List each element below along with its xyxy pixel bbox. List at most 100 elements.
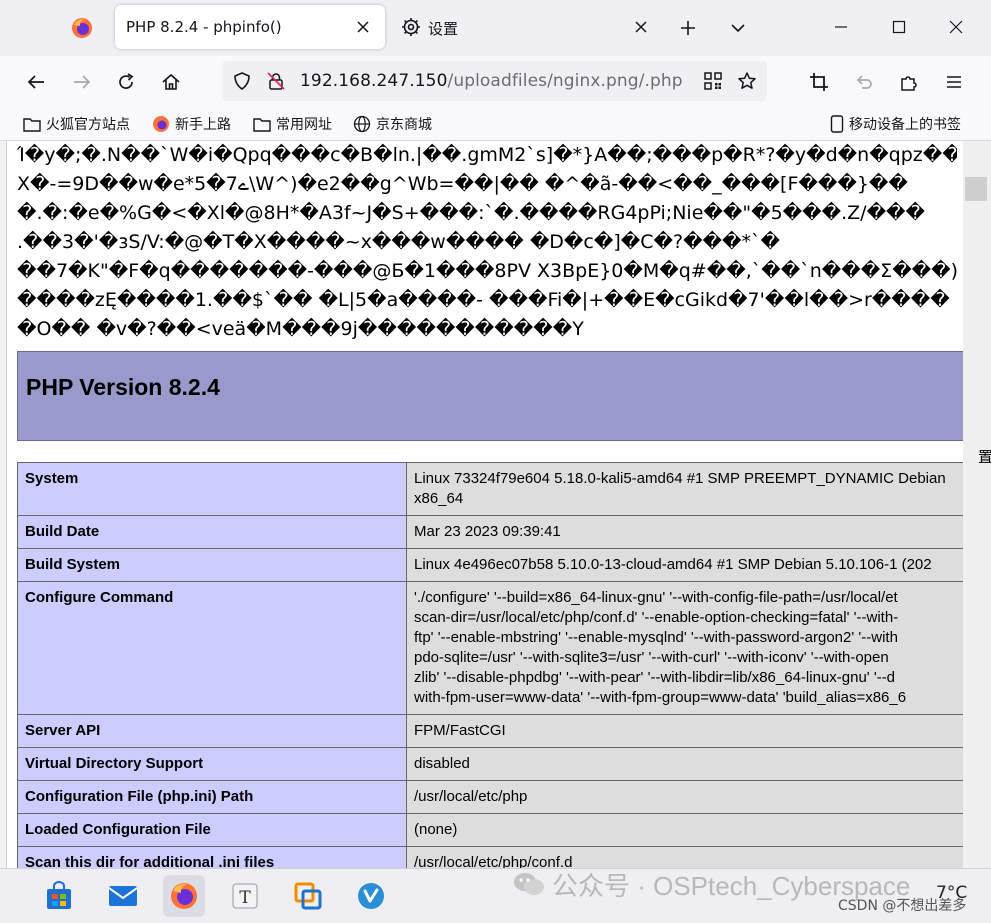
close-icon — [357, 21, 369, 33]
garbage-line: X�-=9D��w�e*5�7ے\W^)�e2��g^Wb=��|�� �^�ã… — [17, 173, 908, 195]
bookmark-common-sites[interactable]: 常用网址 — [253, 113, 332, 135]
hamburger-menu-icon — [947, 76, 961, 88]
wechat-icon — [514, 873, 544, 895]
tab-title: 设置 — [428, 20, 459, 38]
info-value: FPM/FastCGI — [406, 714, 963, 748]
minimize-button[interactable] — [826, 12, 856, 42]
extensions-button[interactable] — [895, 68, 923, 96]
taskbar-mail[interactable] — [102, 875, 144, 917]
info-value-line: Linux 73324f79e604 5.18.0-kali5-amd64 #1… — [414, 470, 946, 487]
bookmark-firefox-official[interactable]: 火狐官方站点 — [23, 113, 130, 135]
firefox-view-tab[interactable] — [52, 0, 112, 56]
mobile-icon — [830, 115, 844, 133]
url-bar[interactable]: 192.168.247.150/uploadfiles/nginx.png/.p… — [222, 61, 767, 101]
taskbar-typora[interactable]: T — [224, 875, 266, 917]
maximize-button[interactable] — [884, 12, 914, 42]
vertical-scrollbar[interactable] — [963, 141, 991, 868]
info-value-line: x86_64 — [414, 490, 464, 507]
bookmark-label: 移动设备上的书签 — [849, 117, 961, 133]
info-key: Server API — [17, 714, 407, 748]
tab-strip: PHP 8.2.4 - phpinfo() 设置 — [0, 0, 991, 56]
arrow-left-icon — [27, 75, 44, 89]
qr-code-icon[interactable] — [702, 70, 724, 92]
info-key: Scan this dir for additional .ini files — [17, 846, 407, 868]
close-tab-button[interactable] — [351, 15, 375, 39]
home-icon — [162, 73, 180, 90]
info-value-line: /usr/local/etc/php — [414, 788, 528, 805]
reload-button[interactable] — [112, 68, 140, 96]
back-button[interactable] — [22, 68, 50, 96]
close-window-button[interactable] — [941, 12, 971, 42]
folder-icon — [23, 118, 41, 132]
forward-button[interactable] — [68, 68, 96, 96]
info-value: Linux 4e496ec07b58 5.10.0-13-cloud-amd64… — [406, 548, 963, 582]
binary-garbage-text: Ί�y�;�.N��`W�i�Qpq���c�B�ln.|��.gmM2`s]�… — [17, 141, 957, 344]
url-text[interactable]: 192.168.247.150/uploadfiles/nginx.png/.p… — [300, 71, 683, 91]
info-key: Loaded Configuration File — [17, 813, 407, 847]
info-value-line: scan-dir=/usr/local/etc/php/conf.d' '--e… — [414, 609, 899, 626]
scrollbar-thumb[interactable] — [965, 177, 987, 201]
bookmark-mobile[interactable]: 移动设备上的书签 — [830, 113, 961, 135]
chevron-down-icon — [731, 24, 745, 33]
info-value-line: pdo-sqlite=/usr' '--with-sqlite3=/usr' '… — [414, 649, 889, 666]
insecure-lock-icon[interactable] — [265, 70, 287, 92]
crop-icon — [810, 73, 828, 91]
taskbar-vscode[interactable] — [350, 875, 392, 917]
close-tab-button[interactable] — [629, 15, 653, 39]
garbage-line: ��7�K"�F�q�������-���@Ƃ�1���8PV X3BpE}0�… — [17, 260, 957, 282]
close-icon — [635, 21, 647, 33]
firefox-icon — [171, 883, 197, 909]
tab-phpinfo[interactable]: PHP 8.2.4 - phpinfo() — [115, 5, 385, 49]
folder-icon — [253, 118, 271, 132]
info-row: Configuration File (php.ini) Path/usr/lo… — [17, 780, 963, 814]
puzzle-icon — [901, 76, 917, 91]
bookmark-jd[interactable]: 京东商城 — [353, 113, 432, 135]
bookmarks-toolbar: 火狐官方站点 新手上路 常用网址 京东商城 移动设备上的书签 — [0, 108, 991, 141]
typora-icon: T — [232, 883, 258, 909]
vscode-icon — [358, 883, 384, 909]
store-icon — [47, 881, 71, 909]
gear-icon — [402, 18, 420, 36]
list-all-tabs-button[interactable] — [726, 16, 750, 40]
tab-settings[interactable]: 设置 — [395, 5, 665, 49]
info-value-line: (none) — [414, 821, 458, 838]
firefox-icon — [153, 116, 169, 132]
info-value-line: ftp' '--enable-mbstring' '--enable-mysql… — [414, 629, 898, 646]
info-row: Loaded Configuration File (none) — [17, 813, 963, 847]
info-row: Virtual Directory Support disabled — [17, 747, 963, 781]
taskbar: T 公众号 · OSPtech_Cyberspace 7°C CSDN @不想出… — [0, 868, 991, 923]
info-row: System Linux 73324f79e604 5.18.0-kali5-am… — [17, 462, 963, 516]
window-left-edge — [0, 141, 7, 868]
info-value-line: Linux 4e496ec07b58 5.10.0-13-cloud-amd64… — [414, 556, 932, 573]
info-value: './configure' '--build=x86_64-linux-gnu'… — [406, 581, 963, 715]
svg-text:T: T — [239, 888, 251, 908]
info-value: Mar 23 2023 09:39:41 — [406, 515, 963, 549]
new-tab-button[interactable] — [676, 16, 700, 40]
screenshot-button[interactable] — [805, 68, 833, 96]
taskbar-store[interactable] — [38, 875, 80, 917]
home-button[interactable] — [157, 68, 185, 96]
url-host: 192.168.247.150 — [300, 71, 448, 91]
taskbar-firefox[interactable] — [163, 875, 205, 917]
menu-button[interactable] — [940, 68, 968, 96]
vmware-icon — [294, 882, 322, 910]
bookmark-label: 常用网址 — [276, 117, 332, 133]
garbage-line: �O�� �v�?��<veä�M���9j�����������Y — [17, 318, 584, 340]
shield-icon[interactable] — [231, 70, 253, 92]
undo-button[interactable] — [850, 68, 878, 96]
bookmark-label: 新手上路 — [175, 117, 231, 133]
info-value: /usr/local/etc/php — [406, 780, 963, 814]
php-version-header: PHP Version 8.2.4 — [17, 351, 963, 441]
info-value-line: './configure' '--build=x86_64-linux-gnu'… — [414, 589, 898, 606]
info-value-line: Mar 23 2023 09:39:41 — [414, 523, 561, 540]
bookmark-star-icon[interactable] — [736, 70, 758, 92]
info-row: Build Date Mar 23 2023 09:39:41 — [17, 515, 963, 549]
info-key: Configuration File (php.ini) Path — [17, 780, 407, 814]
info-value-line: disabled — [414, 755, 470, 772]
bookmark-getting-started[interactable]: 新手上路 — [152, 113, 231, 135]
tab-title: PHP 8.2.4 - phpinfo() — [126, 18, 282, 36]
taskbar-vmware[interactable] — [287, 875, 329, 917]
csdn-watermark: CSDN @不想出差多 — [838, 898, 967, 914]
mail-icon — [108, 886, 138, 906]
garbage-line: .��3�'�зS/V:�@�T�X����~x���w���� �D�c�]�… — [17, 231, 780, 253]
